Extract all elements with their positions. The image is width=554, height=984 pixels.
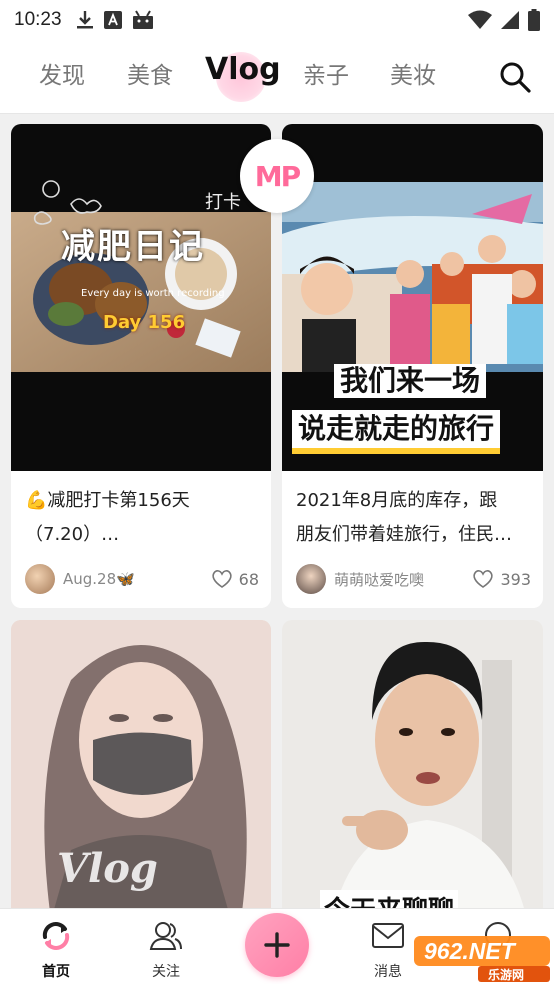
mail-icon [372,923,404,948]
tab-discover[interactable]: 发现 [39,56,85,90]
card-thumbnail[interactable]: Vlog [11,620,271,910]
card-thumbnail[interactable]: 我们来一场 说走就走的旅行 [282,124,543,471]
like-button[interactable]: 393 [472,569,531,589]
follow-people-icon [149,922,182,950]
thumbnail-text-line2: 说走就走的旅行 [292,410,501,448]
nav-home[interactable]: 首页 [26,917,86,981]
thumbnail-title: 减肥日记 [61,227,205,267]
like-button[interactable]: 68 [211,569,259,589]
card-thumbnail[interactable]: 今天来聊聊 [282,620,543,910]
tab-food[interactable]: 美食 [127,56,173,90]
status-bar: 10:23 [0,0,554,40]
like-count: 393 [500,569,531,589]
nav-follow[interactable]: 关注 [136,917,196,981]
like-count: 68 [238,569,259,589]
card-title[interactable]: 💪减肥打卡第156天 （7.20）… [25,484,259,552]
watermark-subtext: 乐游网 [488,968,525,982]
category-tabs: 发现 美食 Vlog 亲子 美妆 [0,40,554,114]
thumbnail-text-line1: 我们来一场 [334,364,487,398]
card-title-line: 朋友们带着娃旅行，住民… [296,524,512,545]
feed-card[interactable]: Vlog [11,620,271,910]
card-meta: 萌萌哒爱吃噢 393 [296,564,531,594]
status-time: 10:23 [14,9,62,30]
vlog-feed: 减肥日记 打卡 Every day is worth recording Day… [0,115,554,910]
card-meta: Aug.28🦋 68 [25,564,259,594]
feed-card[interactable]: 我们来一场 说走就走的旅行 2021年8月底的库存，跟 朋友们带着娃旅行，住民…… [282,124,543,608]
card-title-line: 2021年8月底的库存，跟 [296,490,498,511]
search-icon[interactable] [498,60,532,94]
create-post-button[interactable] [245,913,309,977]
tab-makeup[interactable]: 美妆 [390,56,436,90]
heart-icon [473,570,494,588]
mp-logo-text: MP [254,159,301,193]
feed-card[interactable]: 减肥日记 打卡 Every day is worth recording Day… [11,124,271,608]
watermark-text: 962.NET [424,938,515,964]
feed-card[interactable]: 今天来聊聊 [282,620,543,910]
author-name[interactable]: 萌萌哒爱吃噢 [334,569,424,590]
download-icon [76,11,93,29]
tab-vlog[interactable]: Vlog [205,52,281,87]
nav-follow-label: 关注 [152,964,180,980]
signal-icon [501,11,519,29]
avatar[interactable] [296,564,326,594]
nav-home-label: 首页 [42,964,70,980]
thumbnail-caption: Every day is worth recording [81,288,225,299]
card-title-line: （7.20）… [25,524,120,545]
android-icon [132,10,153,29]
plus-icon [264,932,290,958]
mp-logo-badge: MP [240,139,314,213]
app-a-icon [103,11,122,29]
thumbnail-caption-text: 今天来聊聊 [320,890,459,910]
nav-messages[interactable]: 消息 [358,917,418,981]
site-watermark: 962.NET 乐游网 [414,934,550,982]
thumbnail-corner-text: 打卡 [205,192,241,213]
app-screen: { "status_bar": { "time": "10:23" }, "ta… [0,0,554,984]
wifi-icon [468,10,492,29]
card-title[interactable]: 2021年8月底的库存，跟 朋友们带着娃旅行，住民… [296,484,531,552]
refresh-home-icon [42,922,70,950]
avatar[interactable] [25,564,55,594]
thumbnail-vlog-text: Vlog [57,845,158,892]
thumbnail-day: Day 156 [103,312,186,333]
tab-parenting[interactable]: 亲子 [303,56,349,90]
card-thumbnail[interactable]: 减肥日记 打卡 Every day is worth recording Day… [11,124,271,471]
author-name[interactable]: Aug.28🦋 [63,570,135,588]
card-title-line: 💪减肥打卡第156天 [25,490,190,511]
man-pointing-thumbnail [282,620,543,910]
battery-icon [528,9,540,31]
nav-messages-label: 消息 [374,964,402,980]
heart-icon [211,570,232,588]
